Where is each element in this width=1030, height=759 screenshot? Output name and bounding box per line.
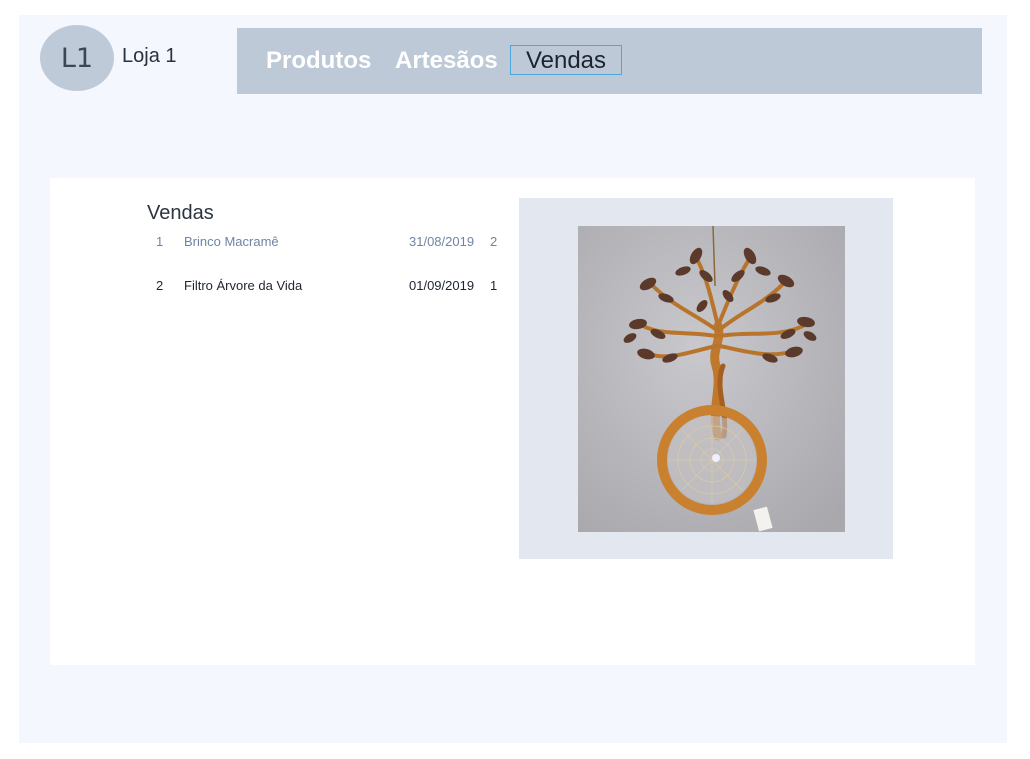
sale-row[interactable]: 2 Filtro Árvore da Vida 01/09/2019 1 [147,276,507,296]
sale-product: Brinco Macramê [184,234,279,249]
sale-id: 1 [156,234,164,249]
store-name: Loja 1 [122,45,177,67]
top-navbar: Produtos Artesãos Vendas [237,28,982,94]
page-title: Vendas [147,202,214,224]
content-panel: Vendas 1 Brinco Macramê 31/08/2019 2 2 F… [50,178,975,665]
sale-date: 01/09/2019 [409,278,475,293]
sale-date: 31/08/2019 [409,234,475,249]
sale-quantity: 2 [490,234,498,249]
nav-produtos[interactable]: Produtos [266,45,371,77]
sale-id: 2 [156,278,164,293]
avatar[interactable]: L1 [40,25,114,91]
avatar-initials: L1 [60,42,94,74]
sale-row[interactable]: 1 Brinco Macramê 31/08/2019 2 [147,232,507,252]
nav-vendas[interactable]: Vendas [510,45,622,75]
sale-quantity: 1 [490,278,498,293]
sale-product: Filtro Árvore da Vida [184,278,303,293]
product-preview-panel [519,198,893,559]
nav-artesaos[interactable]: Artesãos [395,45,498,77]
product-photo [578,225,845,532]
